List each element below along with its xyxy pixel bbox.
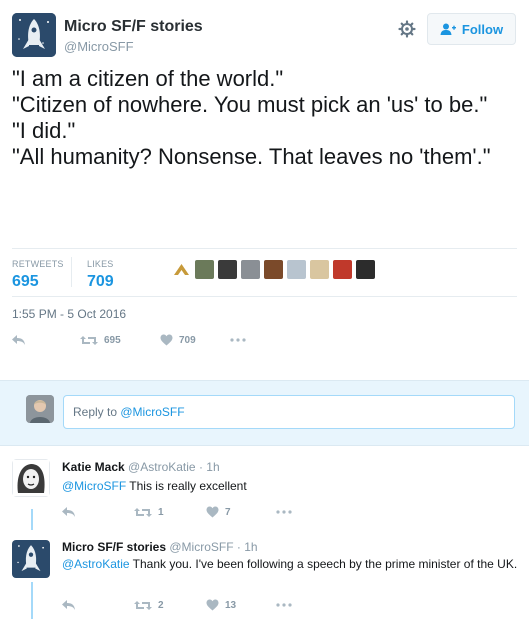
reply-button[interactable] [62, 599, 134, 611]
avatar [26, 395, 54, 423]
reply-body: This is really excellent [126, 479, 247, 493]
retweet-button[interactable]: 1 [134, 507, 206, 518]
reply-button[interactable] [62, 506, 134, 518]
main-tweet: Micro SF/F stories @MicroSFF Follow "I a… [0, 0, 529, 380]
reply-actions: 2 13 [62, 599, 292, 611]
divider [12, 296, 517, 297]
liker-avatar[interactable] [356, 260, 375, 279]
reply-author-name[interactable]: Micro SF/F stories [62, 540, 166, 554]
retweet-count: 695 [104, 334, 121, 346]
likes-stat[interactable]: LIKES 709 [87, 259, 114, 291]
retweet-icon [134, 507, 152, 517]
reply-tweet: Katie Mack @AstroKatie · 1h @MicroSFF Th… [0, 447, 529, 525]
heart-icon [206, 506, 219, 518]
reply-author-handle[interactable]: @AstroKatie [128, 460, 196, 474]
reply-time[interactable]: · 1h [237, 540, 258, 554]
reply-mention[interactable]: @AstroKatie [62, 557, 130, 571]
reply-icon [62, 599, 75, 610]
reply-time[interactable]: · 1h [199, 460, 220, 474]
reply-header: Katie Mack @AstroKatie · 1h [62, 460, 220, 474]
more-icon [276, 510, 292, 514]
add-user-icon [440, 23, 456, 35]
heart-icon [206, 599, 219, 611]
retweets-label: RETWEETS [12, 259, 64, 269]
like-count: 709 [179, 334, 196, 346]
retweet-count: 1 [158, 506, 164, 518]
tweet-line: "I did." [12, 118, 76, 143]
user-handle[interactable]: @MicroSFF [64, 39, 134, 54]
retweet-button[interactable]: 695 [80, 335, 160, 346]
tweet-line: "Citizen of nowhere. You must pick an 'u… [12, 92, 488, 117]
reply-body: Thank you. I've been following a speech … [129, 557, 518, 571]
liker-avatar[interactable] [218, 260, 237, 279]
reply-icon [12, 334, 25, 345]
like-count: 13 [225, 599, 237, 611]
tweet-text: "I am a citizen of the world." "Citizen … [12, 66, 512, 170]
retweets-value: 695 [12, 273, 39, 290]
reply-header: Micro SF/F stories @MicroSFF · 1h [62, 540, 258, 554]
stat-separator [71, 257, 72, 287]
tweet-line: "I am a citizen of the world." [12, 66, 284, 91]
liker-avatar[interactable] [241, 260, 260, 279]
liker-avatar[interactable] [333, 260, 352, 279]
gear-icon[interactable] [398, 20, 416, 38]
liker-avatar[interactable] [310, 260, 329, 279]
reply-input[interactable]: Reply to @MicroSFF [63, 395, 515, 429]
likers-avatars [172, 260, 375, 279]
reply-author-name[interactable]: Katie Mack [62, 460, 125, 474]
likes-label: LIKES [87, 259, 114, 269]
liker-avatar[interactable] [264, 260, 283, 279]
more-icon [276, 603, 292, 607]
avatar[interactable] [12, 540, 50, 578]
more-button[interactable] [230, 338, 246, 342]
likes-value: 709 [87, 273, 114, 290]
retweet-count: 2 [158, 599, 164, 611]
retweet-icon [80, 335, 98, 345]
tweet-line: "All humanity? Nonsense. That leaves no … [12, 144, 491, 169]
more-button[interactable] [276, 603, 292, 607]
timestamp[interactable]: 1:55 PM - 5 Oct 2016 [12, 307, 126, 321]
liker-avatar[interactable] [287, 260, 306, 279]
reply-mention[interactable]: @MicroSFF [62, 479, 126, 493]
retweet-button[interactable]: 2 [134, 600, 206, 611]
follow-button[interactable]: Follow [427, 13, 516, 45]
divider [12, 248, 517, 249]
like-button[interactable]: 7 [206, 506, 276, 518]
reply-actions: 1 7 [62, 506, 292, 518]
reply-text: @MicroSFF This is really excellent [62, 478, 522, 494]
thread-line [31, 582, 33, 619]
more-icon [230, 338, 246, 342]
retweets-stat[interactable]: RETWEETS 695 [12, 259, 64, 291]
liker-avatar[interactable] [195, 260, 214, 279]
display-name[interactable]: Micro SF/F stories [64, 18, 203, 36]
like-button[interactable]: 13 [206, 599, 276, 611]
follow-label: Follow [461, 21, 504, 37]
reply-tweet: Micro SF/F stories @MicroSFF · 1h @Astro… [0, 530, 529, 619]
reply-prefix: Reply to [73, 405, 121, 419]
reply-mention: @MicroSFF [120, 405, 185, 419]
retweet-icon [134, 600, 152, 610]
like-button[interactable]: 709 [160, 334, 230, 346]
reply-author-handle[interactable]: @MicroSFF [169, 540, 233, 554]
reply-text: @AstroKatie Thank you. I've been followi… [62, 556, 522, 572]
reply-box: Reply to @MicroSFF [0, 380, 529, 446]
heart-icon [160, 334, 173, 346]
avatar[interactable] [12, 459, 50, 497]
more-button[interactable] [276, 510, 292, 514]
reply-button[interactable] [12, 334, 80, 346]
liker-avatar[interactable] [172, 260, 191, 279]
reply-icon [62, 506, 75, 517]
tweet-actions: 695 709 [12, 334, 246, 346]
like-count: 7 [225, 506, 231, 518]
avatar[interactable] [12, 13, 56, 57]
